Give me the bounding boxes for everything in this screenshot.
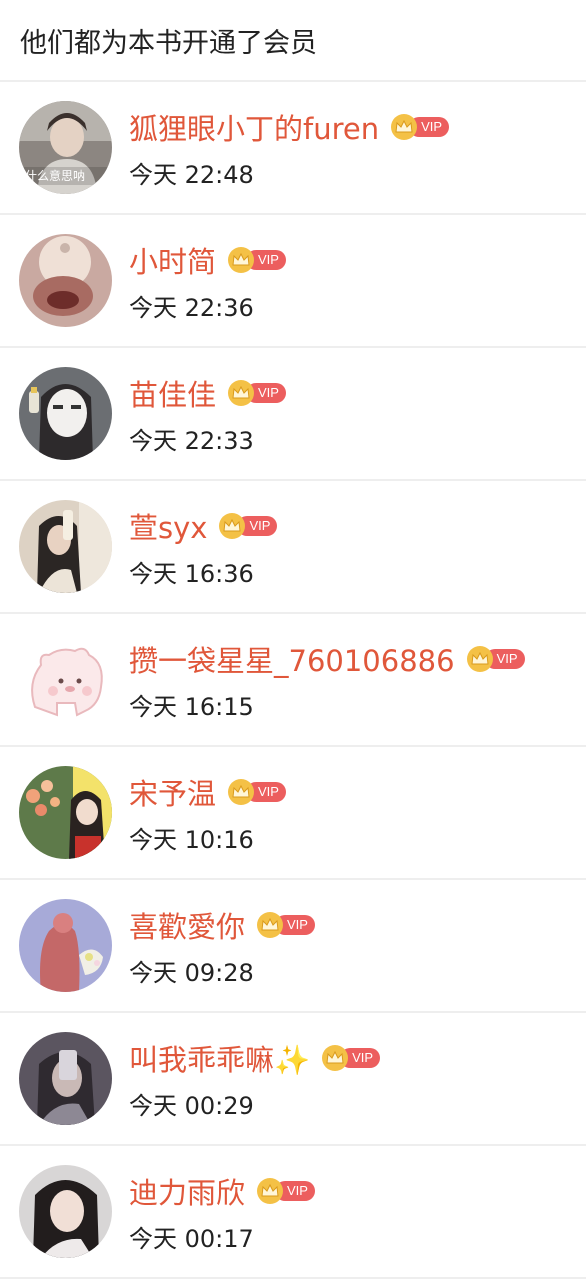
member-name[interactable]: 小时简 — [129, 239, 216, 281]
list-item[interactable]: 迪力雨欣 VIP 今天 00:17 — [0, 1146, 586, 1279]
crown-icon — [257, 1178, 284, 1204]
crown-icon — [228, 779, 255, 805]
list-item[interactable]: 苗佳佳 VIP 今天 22:33 — [0, 348, 586, 481]
member-time: 今天 09:28 — [129, 959, 254, 987]
member-name[interactable]: 宋予温 — [129, 771, 216, 813]
vip-badge: VIP — [228, 247, 286, 273]
avatar[interactable] — [19, 367, 112, 460]
vip-badge: VIP — [228, 380, 286, 406]
vip-badge: VIP — [257, 1178, 315, 1204]
crown-icon — [466, 646, 493, 672]
avatar[interactable] — [19, 1165, 112, 1258]
member-time: 今天 16:15 — [129, 693, 254, 721]
vip-badge: VIP — [228, 779, 286, 805]
crown-icon — [228, 247, 255, 273]
list-item[interactable]: 小时简 VIP 今天 22:36 — [0, 215, 586, 348]
member-name[interactable]: 萱syx — [129, 505, 207, 547]
member-name[interactable]: 喜歡愛你 — [129, 904, 245, 946]
member-time: 今天 22:33 — [129, 427, 254, 455]
avatar[interactable] — [19, 500, 112, 593]
crown-icon — [257, 912, 284, 938]
avatar[interactable] — [19, 766, 112, 859]
member-time: 今天 16:36 — [129, 560, 254, 588]
crown-icon — [219, 513, 246, 539]
crown-icon — [391, 114, 418, 140]
crown-icon — [228, 380, 255, 406]
vip-badge: VIP — [322, 1045, 381, 1071]
vip-badge: VIP — [257, 912, 315, 938]
member-name[interactable]: 苗佳佳 — [129, 372, 216, 414]
list-item[interactable]: 萱syx VIP 今天 16:36 — [0, 481, 586, 614]
member-name[interactable]: 叫我乖乖嘛✨ — [129, 1037, 310, 1079]
member-time: 今天 22:48 — [129, 161, 254, 189]
list-item[interactable]: 宋予温 VIP 今天 10:16 — [0, 747, 586, 880]
member-list: 什么意思呐 狐狸眼小丁的furen VIP 今天 22:48 小时简 VIP 今… — [0, 82, 586, 1279]
member-list-page: 他们都为本书开通了会员 什么意思呐 狐狸眼小丁的furen VIP 今天 22:… — [0, 0, 586, 1280]
member-time: 今天 00:17 — [129, 1225, 254, 1253]
avatar[interactable] — [19, 633, 112, 726]
avatar[interactable] — [19, 1032, 112, 1125]
member-name[interactable]: 迪力雨欣 — [129, 1170, 245, 1212]
vip-badge: VIP — [466, 646, 525, 672]
crown-icon — [322, 1045, 349, 1071]
list-item[interactable]: 攒一袋星星_760106886 VIP 今天 16:15 — [0, 614, 586, 747]
member-time: 今天 00:29 — [129, 1092, 254, 1120]
avatar-caption: 什么意思呐 — [25, 168, 85, 183]
list-item[interactable]: 什么意思呐 狐狸眼小丁的furen VIP 今天 22:48 — [0, 82, 586, 215]
page-title: 他们都为本书开通了会员 — [0, 0, 586, 82]
member-time: 今天 10:16 — [129, 826, 254, 854]
vip-badge: VIP — [391, 114, 450, 140]
member-name[interactable]: 攒一袋星星_760106886 — [129, 638, 455, 680]
member-time: 今天 22:36 — [129, 294, 254, 322]
list-item[interactable]: 喜歡愛你 VIP 今天 09:28 — [0, 880, 586, 1013]
avatar[interactable]: 什么意思呐 — [19, 101, 112, 194]
vip-badge: VIP — [219, 513, 278, 539]
list-item[interactable]: 叫我乖乖嘛✨ VIP 今天 00:29 — [0, 1013, 586, 1146]
avatar[interactable] — [19, 234, 112, 327]
member-name[interactable]: 狐狸眼小丁的furen — [129, 106, 379, 148]
avatar[interactable] — [19, 899, 112, 992]
